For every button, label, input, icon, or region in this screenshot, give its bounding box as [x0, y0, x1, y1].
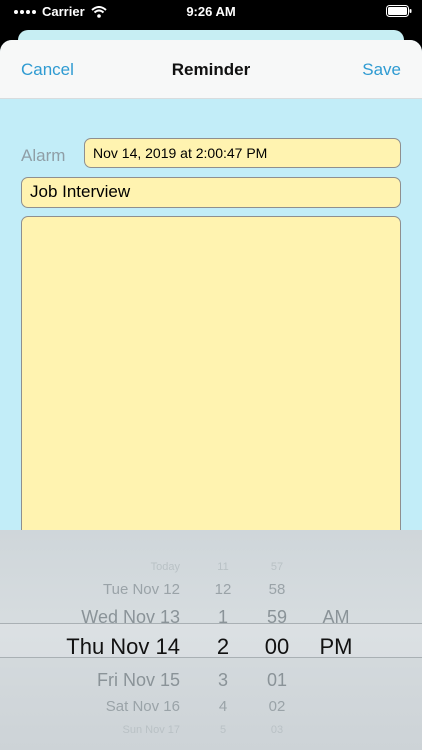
- picker-row[interactable]: Fri Nov 15 3 01: [0, 666, 422, 694]
- picker-date: Wed Nov 13: [81, 607, 180, 627]
- picker-row-selected[interactable]: Thu Nov 14 2 00 PM: [0, 633, 422, 661]
- picker-hour: 12: [214, 581, 232, 598]
- picker-hour: 5: [219, 724, 227, 736]
- picker-hour: 1: [217, 607, 228, 627]
- picker-ampm: AM: [322, 607, 350, 627]
- date-time-picker[interactable]: Today 11 57 Tue Nov 12 12 58 Wed Nov 13 1 59 AM Th…: [0, 530, 422, 750]
- picker-date: Sun Nov 17: [122, 724, 180, 736]
- battery-icon: [386, 5, 412, 20]
- reminder-title-field[interactable]: Job Interview: [21, 177, 401, 208]
- picker-minute: 59: [266, 607, 288, 627]
- picker-minute: 58: [268, 581, 286, 598]
- reminder-sheet: Cancel Reminder Save Alarm Nov 14, 2019 …: [0, 40, 422, 750]
- picker-date: Tue Nov 12: [103, 581, 180, 598]
- reminder-notes-field[interactable]: [21, 216, 401, 546]
- picker-minute: 01: [266, 670, 288, 690]
- picker-row[interactable]: Sun Nov 17 5 03: [0, 716, 422, 744]
- status-bar: Carrier 9:26 AM: [0, 0, 422, 24]
- picker-ampm: PM: [319, 634, 353, 659]
- picker-row[interactable]: Tue Nov 12 12 58: [0, 576, 422, 604]
- picker-hour: 3: [217, 670, 228, 690]
- picker-minute: 03: [270, 724, 284, 736]
- alarm-label: Alarm: [21, 146, 66, 165]
- page-title: Reminder: [171, 60, 251, 79]
- picker-row[interactable]: Wed Nov 13 1 59 AM: [0, 603, 422, 631]
- save-button[interactable]: Save: [362, 60, 401, 80]
- picker-hour: 2: [216, 634, 230, 659]
- navigation-bar: Cancel Reminder Save: [0, 40, 422, 99]
- picker-minute: 00: [264, 634, 290, 659]
- picker-date: Fri Nov 15: [96, 670, 180, 690]
- alarm-date-field[interactable]: Nov 14, 2019 at 2:00:47 PM: [84, 138, 401, 168]
- clock: 9:26 AM: [186, 4, 236, 19]
- picker-date: Thu Nov 14: [66, 634, 180, 659]
